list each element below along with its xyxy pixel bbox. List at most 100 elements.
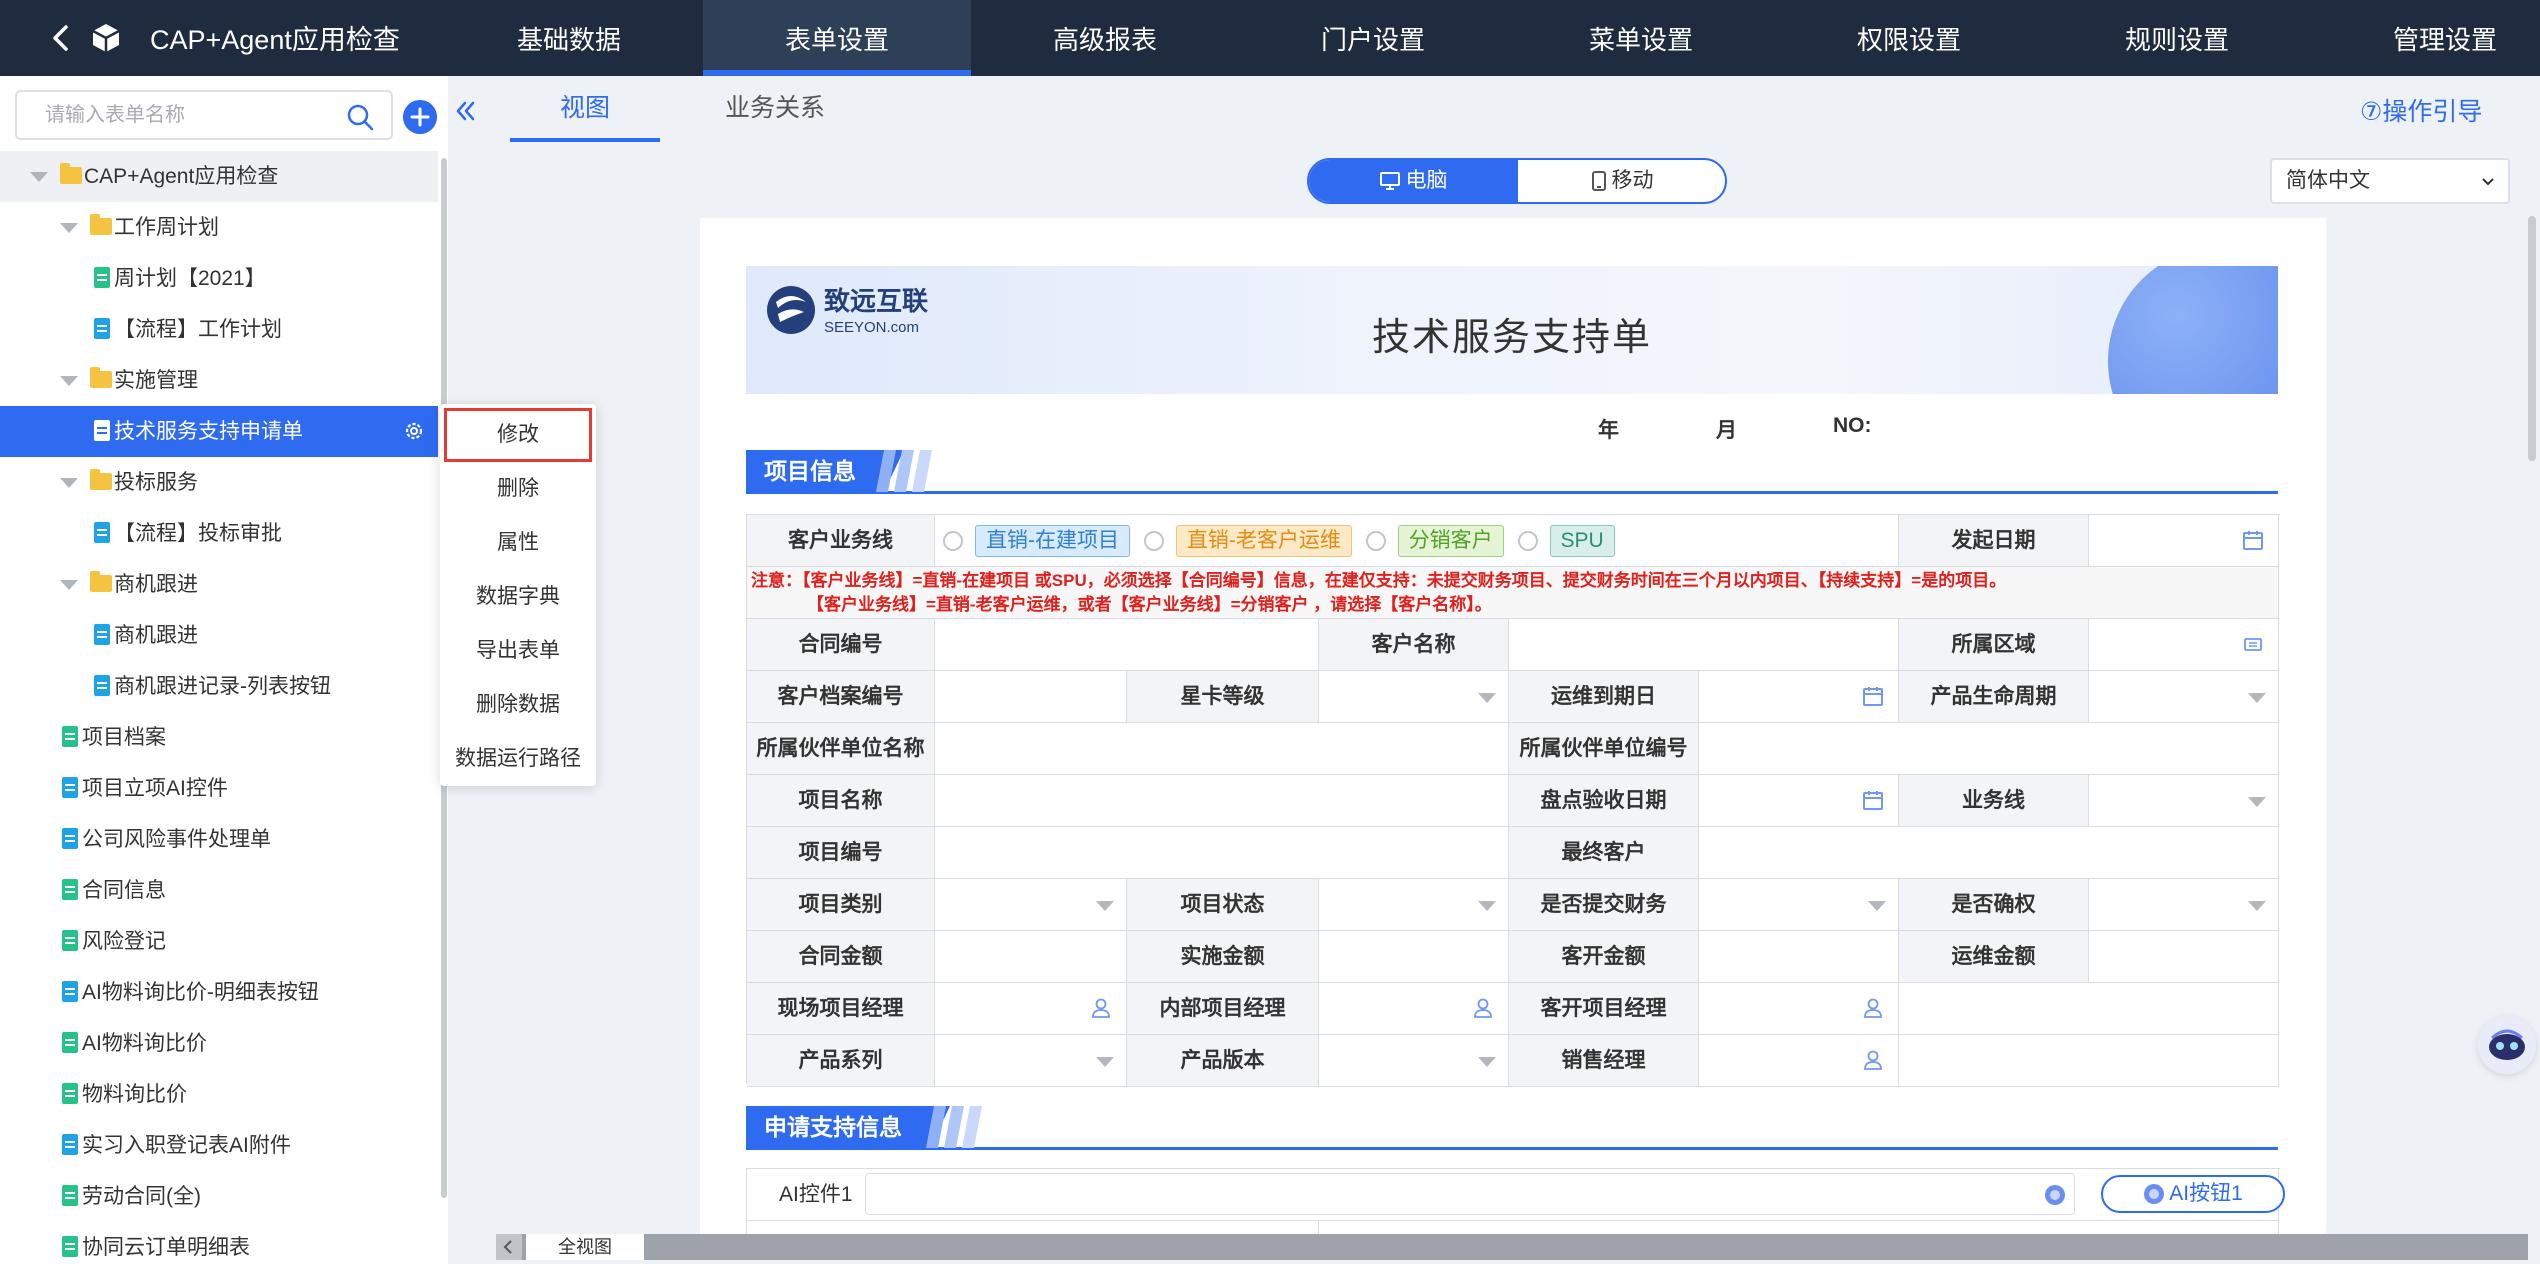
ai-button[interactable]: AI按钮1 — [2101, 1175, 2285, 1213]
dev-amount-field[interactable] — [1699, 931, 1899, 983]
product-version-select[interactable] — [1319, 1035, 1509, 1087]
sidebar-item[interactable]: 合同信息 — [0, 865, 438, 916]
sidebar-item[interactable]: 公司风险事件处理单 — [0, 814, 438, 865]
ctx-edit[interactable]: 修改 — [444, 408, 592, 462]
chip-direct-old[interactable]: 直销-老客户运维 — [1175, 525, 1352, 558]
person-icon[interactable] — [1090, 997, 1112, 1019]
impl-amount-field[interactable] — [1319, 931, 1509, 983]
product-lifecycle-select[interactable] — [2089, 671, 2279, 723]
nav-permission-settings[interactable]: 权限设置 — [1775, 0, 2043, 76]
project-type-select[interactable] — [935, 879, 1127, 931]
main-vertical-scrollbar[interactable] — [2528, 216, 2536, 461]
sidebar-item[interactable]: 物料询比价 — [0, 1069, 438, 1120]
sidebar-item[interactable]: 【流程】投标审批 — [0, 508, 438, 559]
ai-assistant-icon[interactable] — [2478, 1016, 2536, 1074]
dev-pm-field[interactable] — [1699, 983, 1899, 1035]
nav-rule-settings[interactable]: 规则设置 — [2043, 0, 2311, 76]
sidebar-item[interactable]: AI物料询比价 — [0, 1018, 438, 1069]
sidebar-item[interactable]: 商机跟进记录-列表按钮 — [0, 661, 438, 712]
sidebar-item[interactable]: CAP+Agent应用检查 — [0, 151, 438, 202]
ai-icon[interactable] — [2044, 1184, 2066, 1206]
radio-direct-new[interactable] — [943, 531, 963, 552]
ctx-properties[interactable]: 属性 — [440, 516, 596, 570]
language-select[interactable]: 简体中文 — [2270, 158, 2510, 204]
ctx-delete-data[interactable]: 删除数据 — [440, 678, 596, 732]
ops-amount-field[interactable] — [2089, 931, 2279, 983]
sidebar-item[interactable]: 协同云订单明细表 — [0, 1222, 438, 1264]
tab-view[interactable]: 视图 — [510, 76, 660, 142]
chip-direct-new[interactable]: 直销-在建项目 — [975, 525, 1130, 558]
nav-portal-settings[interactable]: 门户设置 — [1239, 0, 1507, 76]
sidebar-item[interactable]: 项目档案 — [0, 712, 438, 763]
sidebar-item[interactable]: 风险登记 — [0, 916, 438, 967]
region-select-icon[interactable] — [2242, 633, 2264, 655]
collapse-sidebar-icon[interactable] — [452, 98, 478, 124]
sidebar-item[interactable]: 【流程】工作计划 — [0, 304, 438, 355]
caret-down-icon[interactable] — [60, 376, 78, 386]
sidebar-item[interactable]: 实习入职登记表AI附件 — [0, 1120, 438, 1171]
person-icon[interactable] — [1862, 997, 1884, 1019]
caret-down-icon[interactable] — [60, 223, 78, 233]
partner-name-field[interactable] — [935, 723, 1509, 775]
sales-manager-field[interactable] — [1699, 1035, 1899, 1087]
radio-direct-old[interactable] — [1143, 531, 1164, 552]
project-status-select[interactable] — [1319, 879, 1509, 931]
chip-distribution[interactable]: 分销客户 — [1397, 525, 1504, 558]
person-icon[interactable] — [1862, 1049, 1884, 1071]
project-no-field[interactable] — [935, 827, 1509, 879]
star-level-select[interactable] — [1319, 671, 1509, 723]
sidebar-item[interactable]: 商机跟进 — [0, 610, 438, 661]
site-pm-field[interactable] — [935, 983, 1127, 1035]
internal-pm-field[interactable] — [1319, 983, 1509, 1035]
calendar-icon[interactable] — [2242, 529, 2264, 551]
start-date-field[interactable] — [2089, 515, 2279, 567]
contract-no-field[interactable] — [935, 619, 1319, 671]
radio-distribution[interactable] — [1365, 531, 1386, 552]
back-arrow-icon[interactable] — [44, 20, 80, 56]
submitted-finance-select[interactable] — [1699, 879, 1899, 931]
device-pc-option[interactable]: 电脑 — [1309, 160, 1518, 202]
calendar-icon[interactable] — [1862, 685, 1884, 707]
person-icon[interactable] — [1472, 997, 1494, 1019]
contract-amount-field[interactable] — [935, 931, 1127, 983]
sidebar-item[interactable]: 项目立项AI控件 — [0, 763, 438, 814]
sidebar-item[interactable]: 工作周计划 — [0, 202, 438, 253]
calendar-icon[interactable] — [1862, 789, 1884, 811]
customer-name-field[interactable] — [1509, 619, 1899, 671]
partner-no-field[interactable] — [1699, 723, 2279, 775]
final-customer-field[interactable] — [1699, 827, 2279, 879]
tab-full-view[interactable]: 全视图 — [526, 1234, 644, 1260]
sidebar-item[interactable]: 实施管理 — [0, 355, 438, 406]
caret-down-icon[interactable] — [60, 478, 78, 488]
ctx-data-run-path[interactable]: 数据运行路径 — [440, 732, 596, 786]
ctx-export-form[interactable]: 导出表单 — [440, 624, 596, 678]
ctx-delete[interactable]: 删除 — [440, 462, 596, 516]
nav-admin-settings[interactable]: 管理设置 — [2311, 0, 2540, 76]
form-search-input[interactable] — [17, 92, 317, 138]
device-mobile-option[interactable]: 移动 — [1518, 160, 1725, 202]
inventory-date-field[interactable] — [1699, 775, 1899, 827]
tab-business-relation[interactable]: 业务关系 — [680, 76, 870, 142]
search-icon[interactable] — [345, 102, 375, 132]
sidebar-item[interactable]: 劳动合同(全) — [0, 1171, 438, 1222]
confirmed-right-select[interactable] — [2089, 879, 2279, 931]
customer-file-no-field[interactable] — [935, 671, 1127, 723]
nav-advanced-report[interactable]: 高级报表 — [971, 0, 1239, 76]
region-field[interactable] — [2089, 619, 2279, 671]
sidebar-item[interactable]: 投标服务 — [0, 457, 438, 508]
scroll-left-icon[interactable] — [496, 1234, 522, 1260]
nav-basic-data[interactable]: 基础数据 — [435, 0, 703, 76]
operation-guide-link[interactable]: ⑦操作引导 — [2360, 92, 2482, 128]
nav-form-settings[interactable]: 表单设置 — [703, 0, 971, 76]
caret-down-icon[interactable] — [60, 580, 78, 590]
ai-control-input[interactable] — [865, 1173, 2075, 1215]
ctx-data-dictionary[interactable]: 数据字典 — [440, 570, 596, 624]
gear-icon[interactable] — [402, 419, 426, 443]
business-line-select[interactable] — [2089, 775, 2279, 827]
sidebar-item[interactable]: 周计划【2021】 — [0, 253, 438, 304]
nav-menu-settings[interactable]: 菜单设置 — [1507, 0, 1775, 76]
add-form-button[interactable] — [403, 100, 437, 134]
product-series-select[interactable] — [935, 1035, 1127, 1087]
sidebar-item[interactable]: 技术服务支持申请单 — [0, 406, 438, 457]
sidebar-item[interactable]: 商机跟进 — [0, 559, 438, 610]
